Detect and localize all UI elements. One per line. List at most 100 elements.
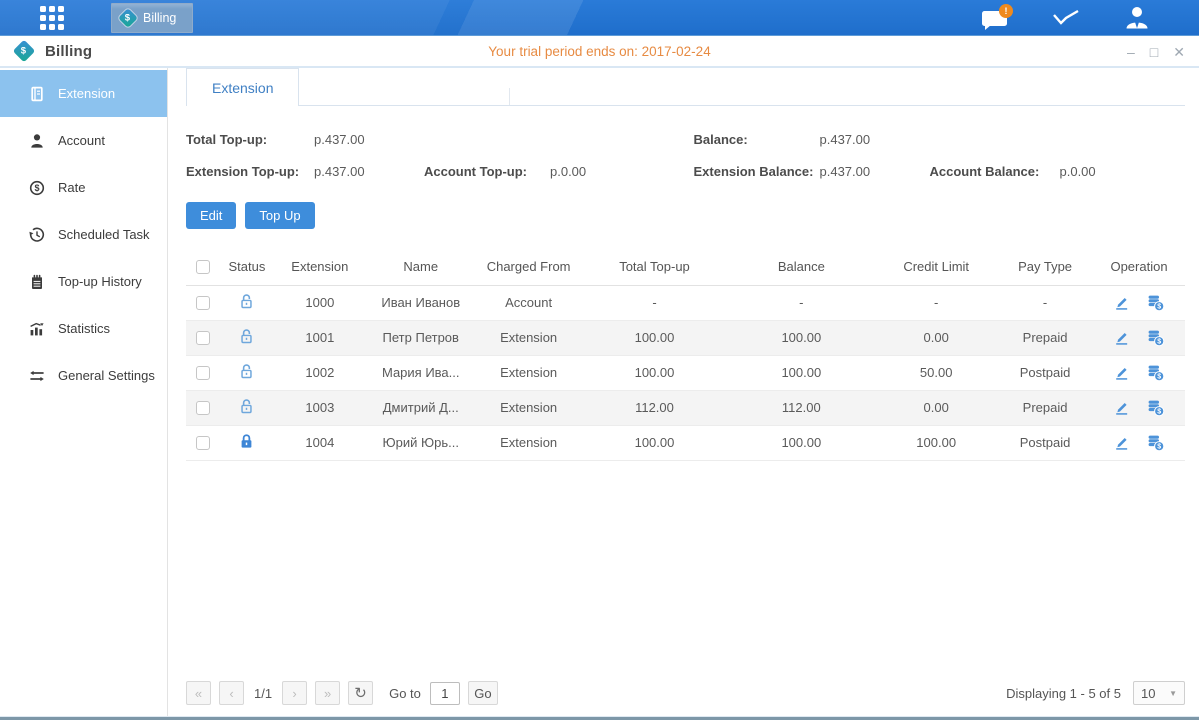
row-checkbox[interactable] [196,296,210,310]
edit-pencil-icon[interactable] [1113,434,1130,451]
app-grid-icon[interactable] [40,6,64,30]
select-all-checkbox[interactable] [196,260,210,274]
extension-balance-value: p.437.00 [820,164,930,179]
sidebar-item-label: Scheduled Task [58,227,150,242]
window-title: Billing [45,43,92,60]
svg-text:$: $ [34,183,39,193]
column-extension: Extension [274,249,366,285]
cell-pay-type: Prepaid [997,390,1093,425]
sidebar-item-extension[interactable]: Extension [0,70,167,117]
content-tab-strip: Extension [168,68,1185,106]
cell-total-topup: 100.00 [582,355,728,390]
tab-extension[interactable]: Extension [186,68,299,106]
refresh-icon[interactable]: ↻ [348,681,373,705]
sidebar-item-label: Account [58,133,105,148]
sidebar-item-account[interactable]: Account [0,117,167,164]
dollar-circle-icon: $ [29,180,45,196]
column-pay-type: Pay Type [997,249,1093,285]
cell-extension: 1001 [274,320,366,355]
page-size-dropdown[interactable]: 10 ▼ [1133,681,1185,705]
cell-name: Юрий Юрь... [366,425,476,460]
close-icon[interactable]: ✕ [1173,45,1185,59]
window-controls: – □ ✕ [1127,36,1185,68]
minimize-icon[interactable]: – [1127,45,1135,59]
sidebar-item-label: Top-up History [58,274,142,289]
edit-button[interactable]: Edit [186,202,236,229]
column-credit-limit: Credit Limit [875,249,997,285]
top-up-coins-icon[interactable]: $ [1146,364,1165,382]
lock-open-icon [238,398,255,415]
window-body: Extension Account $ Rate [0,68,1199,716]
notification-badge: ! [999,4,1013,18]
last-page-button[interactable]: » [315,681,340,705]
edit-pencil-icon[interactable] [1113,294,1130,311]
cell-balance: 112.00 [727,390,875,425]
extension-page: Extension Total Top-up: p.437.00 Extensi… [168,68,1199,716]
displaying-count: Displaying 1 - 5 of 5 [1006,686,1121,701]
lock-open-icon [238,293,255,310]
first-page-button[interactable]: « [186,681,211,705]
extension-toolbar: Edit Top Up [186,202,1185,229]
billing-dollar-diamond-icon: $ [118,8,138,28]
extension-topup-value: p.437.00 [314,164,424,179]
person-icon [29,133,45,149]
top-up-coins-icon[interactable]: $ [1146,399,1165,417]
window-title-bar: $ Billing Your trial period ends on: 201… [0,36,1199,68]
column-total-topup: Total Top-up [582,249,728,285]
window-bottom-edge [0,716,1199,720]
top-up-button[interactable]: Top Up [245,202,314,229]
cell-pay-type: Postpaid [997,425,1093,460]
top-up-coins-icon[interactable]: $ [1146,434,1165,452]
goto-page-input[interactable] [430,682,460,705]
svg-text:$: $ [1157,373,1161,380]
edit-pencil-icon[interactable] [1113,399,1130,416]
go-button[interactable]: Go [468,681,498,705]
sidebar-item-rate[interactable]: $ Rate [0,164,167,211]
cell-extension: 1004 [274,425,366,460]
row-checkbox[interactable] [196,401,210,415]
table-footer: « ‹ 1/1 › » ↻ Go to Go Displaying 1 - 5 … [186,678,1185,708]
sidebar-item-general-settings[interactable]: General Settings [0,352,167,399]
top-up-coins-icon[interactable]: $ [1146,294,1165,312]
column-status: Status [220,249,274,285]
balance-summary: Total Top-up: p.437.00 Extension Top-up:… [186,128,1185,192]
cell-total-topup: - [582,285,728,320]
row-checkbox[interactable] [196,436,210,450]
sidebar-item-label: Rate [58,180,85,195]
maximize-icon[interactable]: □ [1150,45,1158,59]
row-checkbox[interactable] [196,366,210,380]
next-page-button[interactable]: › [282,681,307,705]
trial-period-notice: Your trial period ends on: 2017-02-24 [488,44,710,59]
prev-page-button[interactable]: ‹ [219,681,244,705]
account-balance-label: Account Balance: [930,164,1060,179]
extension-topup-label: Extension Top-up: [186,164,314,179]
billing-app-tab[interactable]: $ Billing [111,3,193,33]
sidebar-item-scheduled-task[interactable]: Scheduled Task [0,211,167,258]
resource-monitor-icon[interactable] [1051,6,1081,30]
svg-text:$: $ [1157,303,1161,310]
history-clock-icon [29,227,45,243]
sidebar-item-topup-history[interactable]: Top-up History [0,258,167,305]
cell-credit-limit: 0.00 [875,390,997,425]
notebook-icon [29,274,45,290]
edit-pencil-icon[interactable] [1113,329,1130,346]
account-balance-value: p.0.00 [1060,164,1096,179]
row-checkbox[interactable] [196,331,210,345]
table-header-row: Status Extension Name Charged From Total… [186,249,1185,285]
cell-name: Петр Петров [366,320,476,355]
messages-icon[interactable]: ! [982,8,1009,28]
cell-total-topup: 100.00 [582,320,728,355]
extension-table: Status Extension Name Charged From Total… [186,249,1185,461]
summary-left-column: Total Top-up: p.437.00 Extension Top-up:… [186,128,686,192]
cell-credit-limit: - [875,285,997,320]
cell-extension: 1000 [274,285,366,320]
user-account-icon[interactable] [1123,5,1151,31]
cell-balance: - [727,285,875,320]
goto-label: Go to [389,686,421,701]
billing-app-window: $ Billing ! $ Billing Your tr [0,0,1199,720]
cell-charged-from: Extension [476,355,582,390]
sidebar-item-statistics[interactable]: Statistics [0,305,167,352]
edit-pencil-icon[interactable] [1113,364,1130,381]
top-up-coins-icon[interactable]: $ [1146,329,1165,347]
table-row: 1004 Юрий Юрь... Extension 100.00 100.00… [186,425,1185,460]
